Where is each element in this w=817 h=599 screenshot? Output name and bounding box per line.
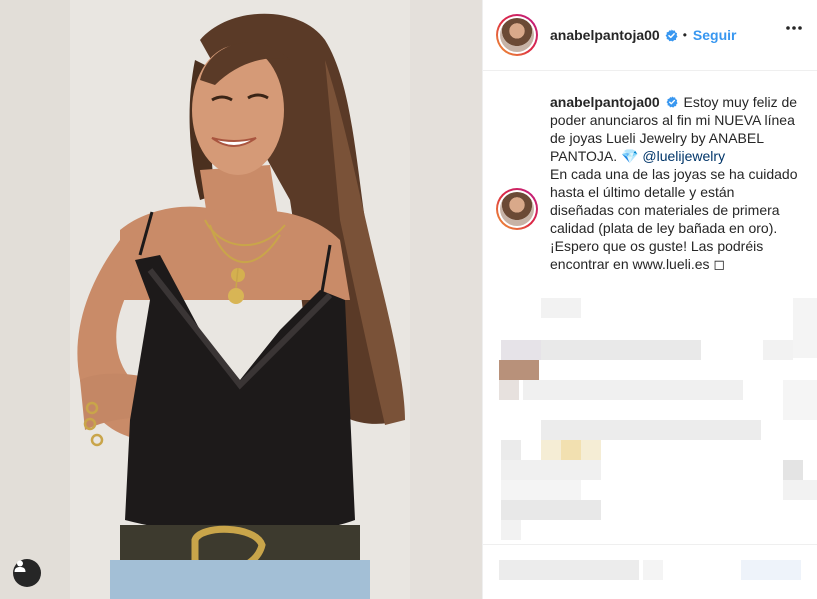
verified-badge-icon	[666, 96, 678, 108]
avatar[interactable]	[496, 14, 538, 56]
verified-badge-icon	[665, 28, 678, 42]
caption-text-details: En cada una de las joyas se ha cuidado h…	[550, 166, 798, 236]
caption-text-closing: ¡Espero que os guste! Las podréis encont…	[550, 238, 764, 272]
header-separator: •	[682, 28, 687, 42]
caption-mention-link[interactable]: @luelijewelry	[642, 148, 725, 164]
photo-illustration	[0, 0, 482, 599]
user-tag-icon	[14, 560, 26, 572]
post-photo[interactable]	[0, 0, 482, 599]
follow-button[interactable]: Seguir	[693, 27, 737, 43]
caption-trailing-glyph: ◻	[713, 256, 726, 272]
more-options-icon[interactable]	[786, 26, 802, 30]
divider	[483, 544, 817, 545]
post-caption: anabelpantoja00 Estoy muy feliz de poder…	[550, 93, 802, 273]
caption-avatar[interactable]	[496, 188, 538, 230]
caption-username[interactable]: anabelpantoja00	[550, 94, 660, 110]
post-header: anabelpantoja00 • Seguir	[483, 0, 817, 71]
user-tag-button[interactable]	[13, 559, 41, 587]
post-side-panel: anabelpantoja00 • Seguir anabelpantoja00…	[482, 0, 817, 599]
gem-emoji: 💎	[621, 148, 639, 164]
header-username[interactable]: anabelpantoja00	[550, 27, 660, 43]
